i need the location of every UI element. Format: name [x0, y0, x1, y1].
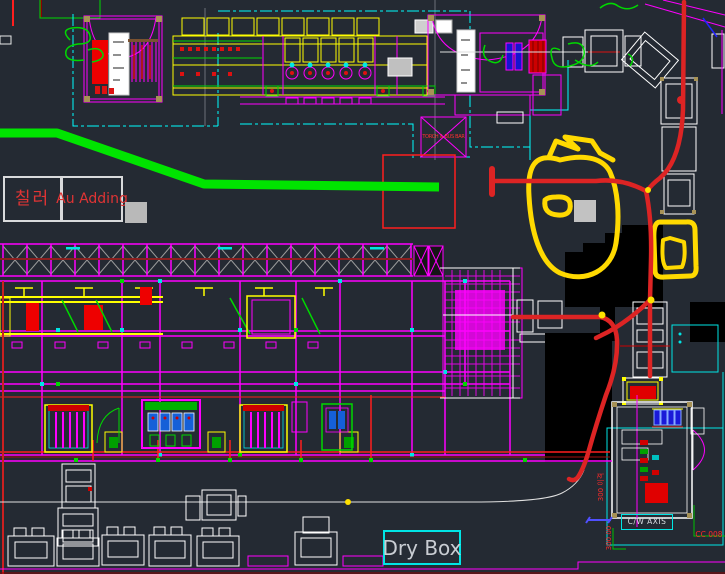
buffer-machine	[620, 302, 670, 377]
side-machine	[186, 490, 246, 520]
chiller-label: 칠러	[3, 176, 62, 222]
cart-5	[197, 528, 239, 566]
clearance-note-label: 300 이격	[596, 460, 606, 514]
au-adding-label: Au Adding	[61, 176, 123, 222]
yellow-rect-inner	[662, 238, 684, 268]
green-nodes	[56, 279, 467, 457]
dry-box-label: Dry Box	[383, 530, 461, 565]
cart-3	[102, 527, 144, 565]
blue-cassettes	[654, 410, 681, 425]
cw-axis-label: C/W AXIS	[621, 514, 673, 530]
reserved-area-box	[383, 155, 455, 228]
dimension-300-label: 300.00	[604, 518, 614, 558]
gray-pad-right	[574, 200, 596, 222]
cyan-nodes	[40, 279, 467, 457]
utility-machines-row	[45, 400, 358, 452]
drawing-layer	[0, 0, 725, 574]
yellow-loop-small	[545, 197, 570, 215]
yellow-marker-annotations	[529, 137, 696, 277]
machine-2-line	[173, 18, 452, 104]
overhead-truss	[0, 244, 443, 276]
cc-dimension-label: CC 008	[694, 530, 724, 540]
small-components	[640, 440, 659, 481]
control-cabinet	[142, 400, 200, 448]
truss-end-boxes	[414, 246, 443, 276]
floor-and-carts	[0, 464, 584, 566]
end-station	[440, 268, 562, 398]
cart-6	[295, 517, 337, 565]
red-equipment-blocks	[26, 287, 152, 331]
gray-pad-left	[125, 202, 147, 223]
red-ticks	[180, 47, 240, 76]
cart-1	[8, 528, 54, 566]
red-cell-machine	[622, 377, 663, 405]
grid-lines	[205, 0, 435, 160]
machine-1	[84, 16, 162, 102]
rack-machine	[58, 464, 98, 546]
red-route-horizontal	[492, 180, 646, 191]
cad-canvas[interactable]: 칠러 Au Adding TORCH & BUS BAR Dry Box C/W…	[0, 0, 725, 574]
torch-bus-label: TORCH & BUS BAR	[421, 132, 466, 142]
red-blob	[677, 96, 685, 104]
pump-unit-b	[240, 405, 287, 452]
pump-unit-a	[45, 405, 92, 452]
cart-4	[149, 527, 191, 566]
